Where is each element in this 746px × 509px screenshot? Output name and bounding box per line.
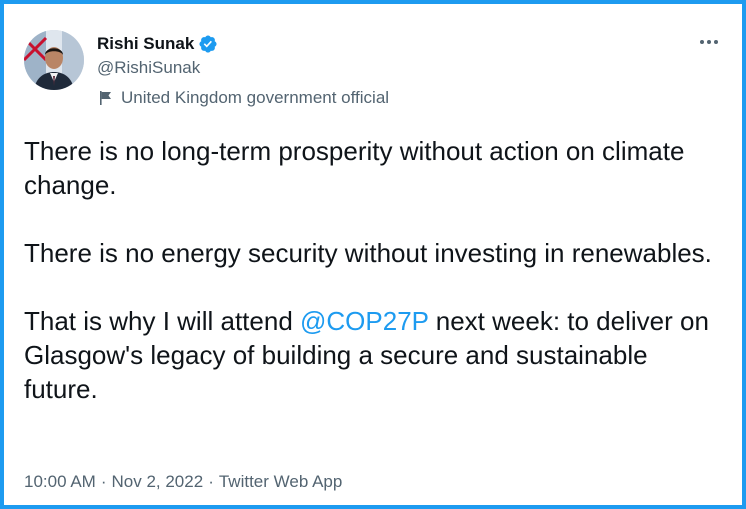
more-dots-icon xyxy=(700,40,718,44)
more-options-button[interactable] xyxy=(694,30,724,54)
display-name[interactable]: Rishi Sunak xyxy=(97,34,194,54)
tweet-text: There is no long-term prosperity without… xyxy=(24,134,724,406)
affiliation-label-text: United Kingdom government official xyxy=(121,88,390,107)
tweet-source-link[interactable]: Twitter Web App xyxy=(219,471,342,493)
tweet-paragraph: There is no energy security without inve… xyxy=(24,238,712,268)
separator: · xyxy=(100,472,107,491)
separator: · xyxy=(208,472,214,491)
portrait-avatar-icon xyxy=(24,30,84,90)
mention-link[interactable]: @COP27P xyxy=(300,306,429,336)
avatar[interactable] xyxy=(24,30,84,90)
tweet-paragraph: There is no long-term prosperity without… xyxy=(24,136,685,200)
tweet-paragraph: That is why I will attend @COP27P next w… xyxy=(24,304,724,406)
author-handle[interactable]: @RishiSunak xyxy=(97,58,200,78)
affiliation-label: United Kingdom government official xyxy=(97,88,389,108)
flag-icon xyxy=(97,89,115,107)
tweet-card: Rishi Sunak @RishiSunak United Kingdom g… xyxy=(0,0,746,509)
tweet-metadata: 10:00 AM · Nov 2, 2022 · Twitter Web App xyxy=(24,471,342,493)
tweet-text-segment: That is why I will attend xyxy=(24,306,300,336)
verified-badge-icon xyxy=(198,34,218,54)
tweet-date[interactable]: Nov 2, 2022 xyxy=(112,471,204,493)
author-name-row: Rishi Sunak xyxy=(97,34,218,54)
tweet-time[interactable]: 10:00 AM xyxy=(24,471,96,493)
